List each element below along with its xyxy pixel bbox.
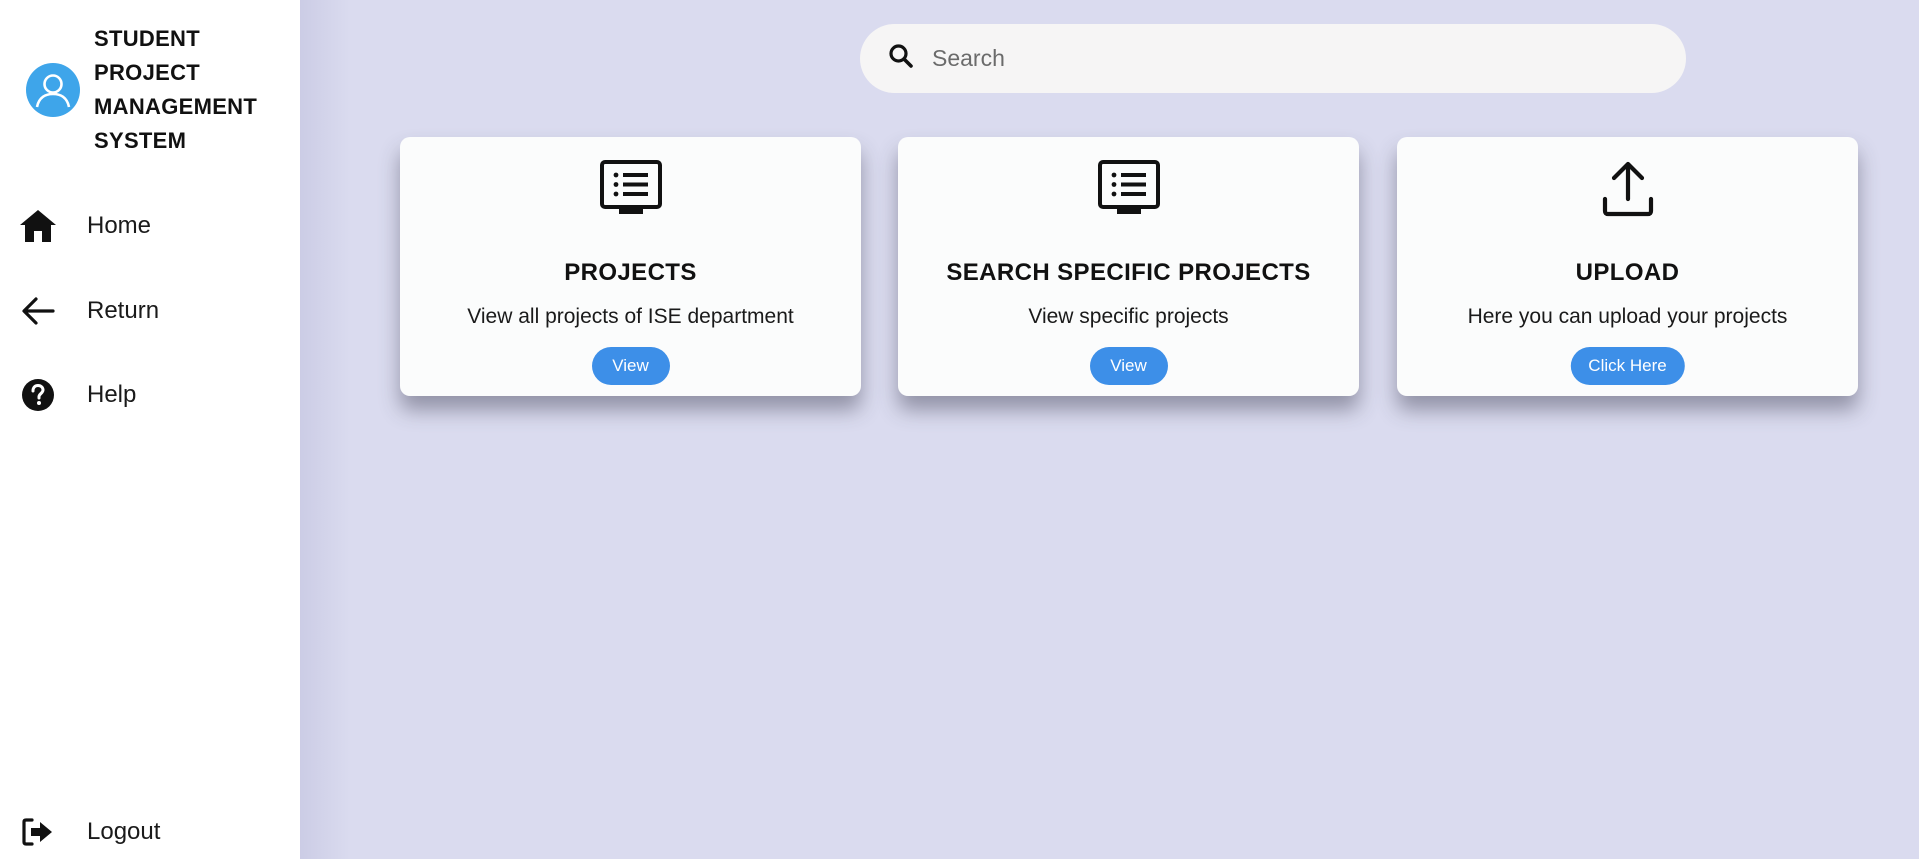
help-circle-icon xyxy=(18,375,58,415)
sidebar-item-home[interactable]: Home xyxy=(18,204,151,248)
card-title: SEARCH SPECIFIC PROJECTS xyxy=(946,259,1311,286)
upload-card: UPLOAD Here you can upload your projects… xyxy=(1397,137,1858,396)
view-projects-button[interactable]: View xyxy=(591,347,670,385)
sidebar-item-help[interactable]: Help xyxy=(18,373,136,417)
search-icon xyxy=(888,43,914,74)
sidebar: STUDENT PROJECT MANAGEMENT SYSTEM Home R… xyxy=(0,0,300,859)
sidebar-item-return[interactable]: Return xyxy=(18,289,159,333)
card-description: Here you can upload your projects xyxy=(1467,305,1788,328)
card-title: UPLOAD xyxy=(1575,259,1680,286)
card-description: View all projects of ISE department xyxy=(467,305,794,328)
projects-card: PROJECTS View all projects of ISE depart… xyxy=(400,137,861,396)
search-bar[interactable] xyxy=(860,24,1686,93)
sidebar-item-label: Help xyxy=(87,381,137,408)
search-projects-card: SEARCH SPECIFIC PROJECTS View specific p… xyxy=(898,137,1359,396)
app-title: STUDENT PROJECT MANAGEMENT SYSTEM xyxy=(94,26,258,153)
monitor-list-icon xyxy=(1097,159,1161,219)
monitor-list-icon xyxy=(599,159,663,219)
sidebar-item-label: Return xyxy=(87,297,160,324)
card-title: PROJECTS xyxy=(564,259,697,286)
view-specific-projects-button[interactable]: View xyxy=(1089,347,1168,385)
arrow-left-icon xyxy=(18,291,58,331)
sidebar-item-label: Home xyxy=(87,212,152,239)
user-avatar-icon xyxy=(26,63,80,117)
card-description: View specific projects xyxy=(1028,305,1229,328)
brand: STUDENT PROJECT MANAGEMENT SYSTEM xyxy=(26,22,284,158)
upload-icon xyxy=(1596,159,1660,219)
logout-icon xyxy=(18,812,58,852)
main-shade xyxy=(300,0,350,859)
search-input[interactable] xyxy=(930,44,1630,73)
sidebar-item-label: Logout xyxy=(87,818,161,845)
upload-button[interactable]: Click Here xyxy=(1570,347,1685,385)
home-icon xyxy=(18,206,58,246)
sidebar-item-logout[interactable]: Logout xyxy=(18,810,160,854)
